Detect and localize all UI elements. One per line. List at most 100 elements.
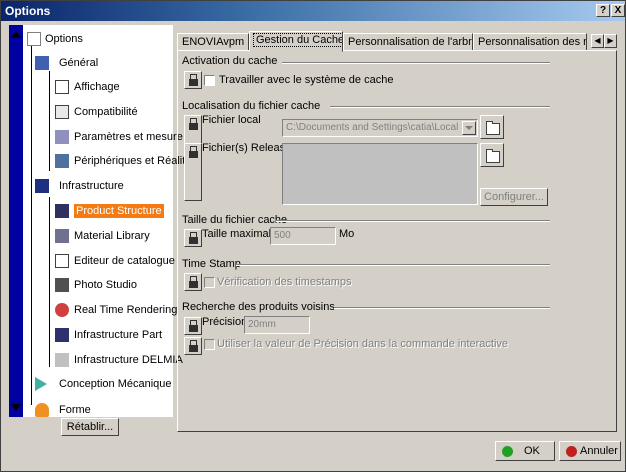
tab-scroll-right-icon[interactable]: ▶: [604, 34, 617, 48]
section-separator: [334, 307, 550, 309]
tree-connector: [49, 197, 50, 367]
section-title-localisation: Localisation du fichier cache: [182, 100, 321, 112]
local-file-path-field[interactable]: C:\Documents and Settings\catia\Local Se: [282, 119, 478, 137]
options-tree: Options Général Affichage Compatibilité …: [9, 25, 185, 417]
tab-scroll-left-icon[interactable]: ◀: [591, 34, 604, 48]
lock-precision-button[interactable]: [184, 317, 202, 335]
scroll-down-arrow-icon[interactable]: [9, 401, 23, 413]
local-file-label: Fichier local: [202, 114, 261, 126]
tab-label: Gestion du Cache: [252, 33, 342, 47]
options-root-icon: [27, 32, 41, 46]
padlock-icon: [189, 276, 198, 288]
use-cache-checkbox[interactable]: [204, 75, 215, 86]
section-separator: [282, 62, 550, 64]
lock-activation-button[interactable]: [184, 71, 202, 89]
browse-release-folder-button[interactable]: [480, 143, 504, 167]
shape-icon: [35, 403, 49, 417]
parameters-icon: [55, 130, 69, 144]
padlock-icon: [189, 232, 198, 244]
tab-label: Personnalisation des noe: [478, 36, 586, 48]
padlock-icon: [189, 320, 198, 332]
product-structure-icon: [55, 204, 69, 218]
tree-scrollbar[interactable]: [9, 25, 23, 417]
tree-item-label: Compatibilité: [74, 106, 138, 118]
release-file-label: Fichier(s) Release: [202, 142, 292, 154]
max-size-unit: Mo: [339, 228, 355, 240]
material-library-icon: [55, 229, 69, 243]
tree-item-label: Périphériques et Réalit: [74, 155, 186, 167]
infrastructure-delmia-icon: [55, 353, 69, 367]
tree-item-label: Forme: [59, 404, 91, 416]
cache-settings-panel: Activation du cache Travailler avec le s…: [177, 50, 617, 432]
max-size-label: Taille maximale: [202, 228, 278, 240]
tree-item-label: Affichage: [74, 81, 120, 93]
tree-root-label: Options: [45, 33, 83, 45]
scroll-up-arrow-icon[interactable]: [9, 29, 23, 41]
section-title-taille: Taille du fichier cache: [182, 214, 288, 226]
tab-label: Personnalisation de l'arbre: [348, 36, 473, 48]
real-time-rendering-icon: [55, 303, 69, 317]
use-precision-checkbox[interactable]: [204, 339, 215, 350]
release-files-list[interactable]: [282, 143, 478, 205]
padlock-icon: [189, 340, 198, 352]
padlock-icon: [189, 74, 198, 86]
tree-item-label: Infrastructure DELMIA: [74, 354, 183, 366]
lock-use-precision-button[interactable]: [184, 337, 202, 355]
tree-item-label: Infrastructure Part: [74, 329, 163, 341]
tab-label: ENOVIAvpm: [182, 36, 245, 48]
precision-field[interactable]: 20mm: [244, 316, 310, 334]
local-file-dropdown-icon[interactable]: [462, 121, 476, 135]
ok-label: OK: [524, 445, 540, 457]
section-title-voisins: Recherche des produits voisins: [182, 301, 335, 313]
tree-item-label: Conception Mécanique: [59, 378, 172, 390]
tab-personnalisation-noeuds[interactable]: Personnalisation des noe: [473, 33, 587, 51]
ok-check-icon: [502, 446, 513, 457]
cancel-label: Annuler: [580, 445, 618, 457]
tab-strip: ENOVIAvpm Gestion du Cache Personnalisat…: [177, 31, 617, 52]
lock-timestamp-button[interactable]: [184, 273, 202, 291]
tree-connector: [49, 71, 50, 171]
tree-item-label: Editeur de catalogue: [74, 255, 175, 267]
tree-item-label: Photo Studio: [74, 279, 137, 291]
padlock-icon: [189, 118, 198, 130]
tree-item-label: Material Library: [74, 230, 150, 242]
timestamp-label: Vérification des timestamps: [217, 276, 352, 288]
infrastructure-part-icon: [55, 328, 69, 342]
options-dialog: Options ? X Options Général Affichage Co…: [0, 0, 626, 472]
max-size-field[interactable]: 500: [270, 227, 336, 245]
section-title-timestamp: Time Stamp: [182, 258, 241, 270]
tab-personnalisation-arbre[interactable]: Personnalisation de l'arbre: [343, 33, 473, 51]
tree-connector: [31, 45, 32, 405]
cancel-x-icon: [566, 446, 577, 457]
help-button[interactable]: ?: [596, 4, 610, 17]
cancel-button[interactable]: Annuler: [559, 441, 621, 461]
reset-button[interactable]: Rétablir...: [61, 418, 119, 436]
lock-release-file-button[interactable]: [184, 143, 202, 201]
padlock-icon: [189, 146, 198, 158]
lock-size-button[interactable]: [184, 229, 202, 247]
tree-item-label: Paramètres et mesure: [74, 131, 183, 143]
devices-icon: [55, 154, 69, 168]
tree-item-label: Product Structure: [74, 204, 164, 218]
precision-label: Précision: [202, 316, 248, 328]
tree-item-label: Real Time Rendering: [74, 304, 178, 316]
section-title-activation: Activation du cache: [182, 55, 278, 67]
tree-item-label: Infrastructure: [59, 180, 124, 192]
section-separator: [330, 106, 550, 108]
general-icon: [35, 56, 49, 70]
display-icon: [55, 80, 69, 94]
tab-gestion-du-cache[interactable]: Gestion du Cache: [249, 31, 343, 52]
close-button[interactable]: X: [611, 4, 625, 17]
section-separator: [276, 220, 550, 222]
photo-studio-icon: [55, 278, 69, 292]
browse-local-folder-button[interactable]: [480, 115, 504, 139]
catalog-editor-icon: [55, 254, 69, 268]
mechanical-design-icon: [35, 377, 47, 391]
tab-enoviavpm[interactable]: ENOVIAvpm: [177, 33, 249, 51]
timestamp-checkbox[interactable]: [204, 277, 215, 288]
compatibility-icon: [55, 105, 69, 119]
use-precision-label: Utiliser la valeur de Précision dans la …: [217, 338, 509, 350]
section-separator: [236, 264, 550, 266]
ok-button[interactable]: OK: [495, 441, 555, 461]
configure-button[interactable]: Configurer...: [480, 188, 548, 206]
